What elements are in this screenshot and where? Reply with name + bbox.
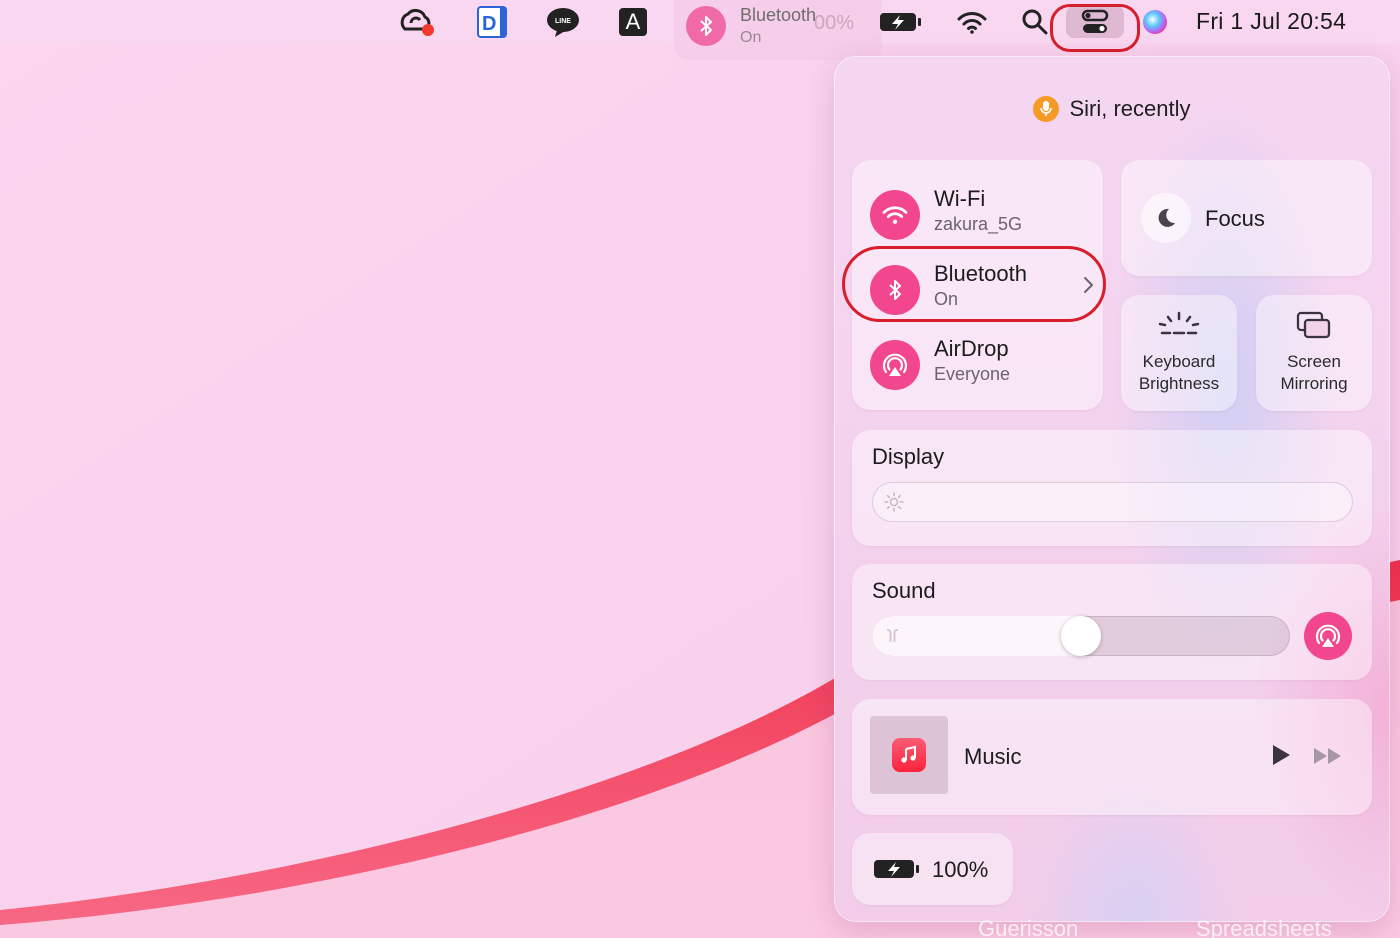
wifi-icon[interactable]	[954, 4, 990, 40]
desktop-label-1: Guerisson	[978, 916, 1079, 938]
focus-tile[interactable]: Focus	[1121, 160, 1372, 276]
now-playing-tile[interactable]: Music	[852, 699, 1372, 815]
dict-app-icon[interactable]: D	[472, 4, 512, 40]
display-title: Display	[872, 444, 945, 469]
menu-bar: D LINE A 00% Bluetooth On Fri 1 Jul 20:5…	[0, 0, 1400, 60]
screen-mirroring-tile[interactable]: Screen Mirroring	[1256, 295, 1372, 411]
sound-tile: Sound	[852, 564, 1372, 680]
line-app-icon[interactable]: LINE	[543, 4, 583, 40]
input-source-icon[interactable]: A	[617, 4, 649, 40]
volume-slider-knob[interactable]	[1061, 616, 1101, 656]
kb-label-line2: Brightness	[1138, 374, 1220, 393]
airdrop-icon	[870, 340, 920, 390]
control-center-highlight	[1050, 4, 1140, 52]
input-source-letter: A	[619, 8, 647, 36]
siri-icon[interactable]	[1138, 4, 1172, 40]
svg-text:LINE: LINE	[555, 18, 571, 25]
menu-clock[interactable]: Fri 1 Jul 20:54	[1196, 8, 1346, 35]
sound-title: Sound	[872, 578, 936, 603]
airdrop-status: Everyone	[934, 364, 1011, 384]
music-label: Music	[964, 744, 1022, 769]
airplay-audio-icon	[1315, 624, 1341, 647]
play-icon[interactable]	[1270, 743, 1292, 772]
control-center-panel: Siri, recently Wi-Fi zakura_5G Bluetooth…	[834, 56, 1390, 922]
airplay-audio-button[interactable]	[1304, 612, 1352, 660]
airpods-icon	[884, 628, 902, 649]
volume-slider-fill	[872, 616, 1081, 656]
screen-mirroring-label: Screen Mirroring	[1256, 351, 1372, 395]
bluetooth-icon	[686, 6, 726, 46]
creative-cloud-icon[interactable]	[396, 4, 438, 40]
wifi-icon	[870, 190, 920, 240]
display-tile: Display	[852, 430, 1372, 546]
toast-title: Bluetooth	[740, 5, 817, 25]
display-brightness-slider[interactable]	[872, 482, 1353, 522]
screen-mirroring-icon	[1256, 311, 1372, 341]
kb-label-line1: Keyboard	[1142, 352, 1216, 371]
album-art	[870, 716, 948, 794]
bluetooth-highlight	[842, 246, 1106, 322]
keyboard-brightness-label: Keyboard Brightness	[1121, 351, 1237, 395]
airdrop-title: AirDrop	[934, 336, 1009, 361]
spotlight-search-icon[interactable]	[1018, 4, 1052, 40]
keyboard-brightness-icon	[1121, 311, 1237, 339]
battery-charging-icon[interactable]	[876, 4, 926, 40]
sm-label-line1: Screen	[1287, 352, 1341, 371]
wifi-toggle[interactable]: Wi-Fi zakura_5G	[870, 186, 1095, 246]
music-app-icon	[892, 738, 926, 772]
bluetooth-toast[interactable]: 00% Bluetooth On	[674, 0, 882, 60]
microphone-icon	[1033, 96, 1060, 122]
moon-icon	[1141, 193, 1191, 243]
fast-forward-icon[interactable]	[1312, 746, 1344, 771]
sm-label-line2: Mirroring	[1280, 374, 1348, 393]
airdrop-toggle[interactable]: AirDrop Everyone	[870, 336, 1095, 396]
siri-recently-label: Siri, recently	[1069, 96, 1191, 121]
siri-recently-row: Siri, recently	[834, 96, 1390, 122]
battery-charging-icon	[872, 857, 922, 886]
wifi-title: Wi-Fi	[934, 186, 986, 211]
svg-text:D: D	[482, 13, 496, 35]
focus-label: Focus	[1205, 206, 1265, 231]
sun-icon	[884, 492, 904, 517]
wifi-network-name: zakura_5G	[934, 214, 1023, 234]
battery-tile[interactable]: 100%	[852, 833, 1013, 905]
toast-ghost-battery: 00%	[814, 12, 855, 34]
battery-percentage: 100%	[932, 857, 989, 882]
toast-status: On	[740, 29, 762, 46]
keyboard-brightness-tile[interactable]: Keyboard Brightness	[1121, 295, 1237, 411]
desktop-label-2: Spreadsheets	[1196, 916, 1332, 938]
